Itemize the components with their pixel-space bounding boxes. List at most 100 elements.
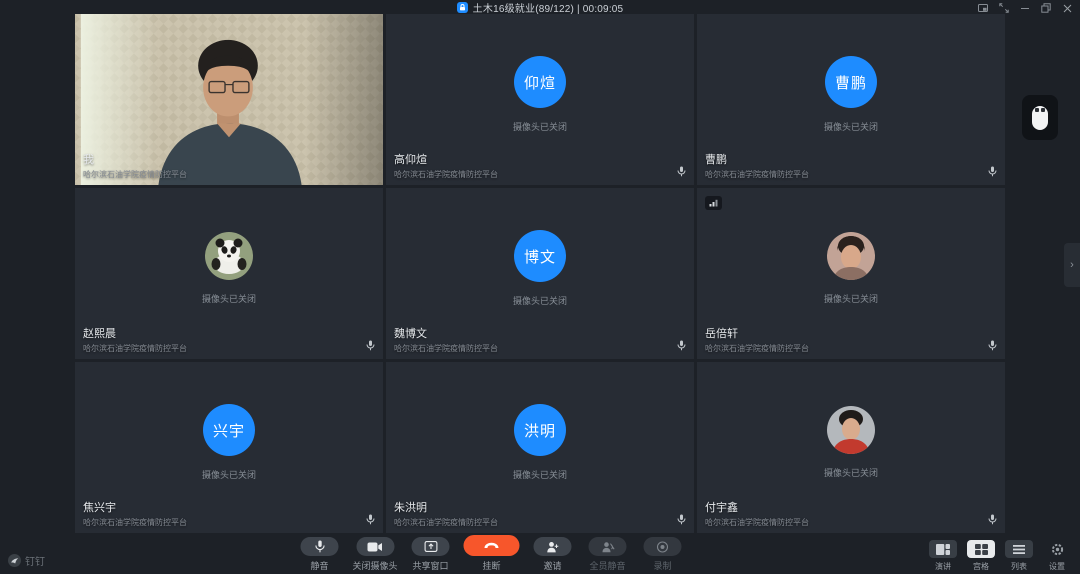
- invite-label: 邀请: [543, 559, 561, 572]
- portrait-red-photo: [827, 406, 875, 454]
- mouse-icon: [1031, 105, 1049, 131]
- avatar-initials: 博文: [514, 230, 566, 282]
- participant-label: 焦兴宇 哈尔滨石油学院疫情防控平台: [83, 499, 187, 528]
- pip-icon[interactable]: [978, 3, 988, 13]
- participant-tile[interactable]: 摄像头已关闭 赵熙晨 哈尔滨石油学院疫情防控平台: [75, 188, 383, 359]
- participant-tile[interactable]: 洪明 摄像头已关闭 朱洪明 哈尔滨石油学院疫情防控平台: [386, 362, 694, 533]
- mute-button[interactable]: 静音: [297, 537, 341, 572]
- speaker-view-button[interactable]: 演讲: [928, 540, 958, 572]
- mute-all-button[interactable]: 全员静音: [586, 537, 630, 572]
- participant-label: 赵熙晨 哈尔滨石油学院疫情防控平台: [83, 325, 187, 354]
- list-view-label: 列表: [1011, 561, 1027, 572]
- participant-tile[interactable]: 仰煊 摄像头已关闭 高仰煊 哈尔滨石油学院疫情防控平台: [386, 14, 694, 185]
- camera-off-label: 关闭摄像头: [352, 559, 397, 572]
- camera-off-status: 摄像头已关闭: [513, 294, 567, 307]
- remote-mouse-control[interactable]: [1022, 95, 1058, 140]
- participant-name: 焦兴宇: [83, 499, 187, 515]
- invite-button[interactable]: 邀请: [531, 537, 575, 572]
- camera-off-status: 摄像头已关闭: [202, 292, 256, 305]
- participant-label: 岳倍轩 哈尔滨石油学院疫情防控平台: [705, 325, 809, 354]
- speaker-view-icon: [936, 544, 950, 555]
- microphone-icon: [677, 514, 686, 525]
- camera-icon: [367, 542, 382, 552]
- record-button[interactable]: 录制: [641, 537, 685, 572]
- hangup-label: 挂断: [482, 559, 500, 572]
- mute-all-label: 全员静音: [589, 559, 625, 572]
- camera-off-status: 摄像头已关闭: [202, 468, 256, 481]
- invite-person-icon: [547, 541, 559, 553]
- participant-org: 哈尔滨石油学院疫情防控平台: [83, 169, 187, 180]
- dingtalk-wing-icon: [8, 554, 21, 567]
- chevron-right-icon: ›: [1070, 259, 1074, 271]
- participant-tile[interactable]: 摄像头已关闭 岳倍轩 哈尔滨石油学院疫情防控平台: [697, 188, 1005, 359]
- grid-view-button[interactable]: 宫格: [966, 540, 996, 572]
- expand-panel-chevron[interactable]: ›: [1064, 243, 1080, 287]
- camera-off-status: 摄像头已关闭: [824, 120, 878, 133]
- view-controls: 演讲 宫格 列表 设置: [928, 540, 1072, 572]
- camera-off-status: 摄像头已关闭: [824, 466, 878, 479]
- settings-button[interactable]: 设置: [1042, 540, 1072, 572]
- microphone-icon: [988, 514, 997, 525]
- participant-label: 付宇鑫 哈尔滨石油学院疫情防控平台: [705, 499, 809, 528]
- speaker-view-label: 演讲: [935, 561, 951, 572]
- share-window-icon: [424, 541, 437, 552]
- participant-label: 我 哈尔滨石油学院疫情防控平台: [83, 151, 187, 180]
- participant-grid: 我 哈尔滨石油学院疫情防控平台 仰煊 摄像头已关闭 高仰煊 哈尔滨石油学院疫情防…: [75, 14, 1005, 533]
- participant-label: 曹鹏 哈尔滨石油学院疫情防控平台: [705, 151, 809, 180]
- participant-name: 我: [83, 151, 187, 167]
- avatar-photo: [205, 232, 253, 280]
- meeting-toolbar: 静音 关闭摄像头 共享窗口 挂断 邀请 全员静音 录制: [297, 535, 684, 572]
- participant-org: 哈尔滨石油学院疫情防控平台: [705, 343, 809, 354]
- share-window-button[interactable]: 共享窗口: [409, 537, 453, 572]
- camera-off-button[interactable]: 关闭摄像头: [352, 537, 397, 572]
- avatar-initials: 曹鹏: [825, 56, 877, 108]
- hangup-button[interactable]: 挂断: [464, 535, 520, 572]
- camera-off-status: 摄像头已关闭: [824, 292, 878, 305]
- microphone-icon: [988, 340, 997, 351]
- avatar-initials: 仰煊: [514, 56, 566, 108]
- participant-org: 哈尔滨石油学院疫情防控平台: [394, 169, 498, 180]
- meeting-lock-icon: [457, 2, 468, 13]
- participant-label: 高仰煊 哈尔滨石油学院疫情防控平台: [394, 151, 498, 180]
- share-window-label: 共享窗口: [412, 559, 448, 572]
- gear-icon: [1051, 543, 1064, 556]
- dingtalk-logo: 钉钉: [8, 553, 45, 568]
- participant-name: 高仰煊: [394, 151, 498, 167]
- participant-name: 付宇鑫: [705, 499, 809, 515]
- panda-photo: [205, 232, 253, 280]
- avatar-photo: [827, 406, 875, 454]
- grid-view-label: 宫格: [973, 561, 989, 572]
- participant-tile[interactable]: 博文 摄像头已关闭 魏博文 哈尔滨石油学院疫情防控平台: [386, 188, 694, 359]
- participant-tile-self[interactable]: 我 哈尔滨石油学院疫情防控平台: [75, 14, 383, 185]
- list-view-icon: [1013, 545, 1025, 554]
- minimize-icon[interactable]: [1020, 3, 1030, 13]
- participant-tile[interactable]: 兴宇 摄像头已关闭 焦兴宇 哈尔滨石油学院疫情防控平台: [75, 362, 383, 533]
- participant-org: 哈尔滨石油学院疫情防控平台: [705, 517, 809, 528]
- avatar-initials: 兴宇: [203, 404, 255, 456]
- participant-tile[interactable]: 曹鹏 摄像头已关闭 曹鹏 哈尔滨石油学院疫情防控平台: [697, 14, 1005, 185]
- participant-label: 朱洪明 哈尔滨石油学院疫情防控平台: [394, 499, 498, 528]
- participant-org: 哈尔滨石油学院疫情防控平台: [394, 343, 498, 354]
- portrait-photo: [827, 232, 875, 280]
- participant-name: 岳倍轩: [705, 325, 809, 341]
- dingtalk-logo-label: 钉钉: [25, 553, 45, 568]
- microphone-icon: [366, 340, 375, 351]
- avatar-initials: 洪明: [514, 404, 566, 456]
- fullscreen-icon[interactable]: [999, 3, 1009, 13]
- grid-view-icon: [975, 544, 988, 555]
- participant-name: 曹鹏: [705, 151, 809, 167]
- restore-icon[interactable]: [1041, 3, 1051, 13]
- record-icon: [657, 541, 669, 553]
- microphone-icon: [677, 166, 686, 177]
- participant-org: 哈尔滨石油学院疫情防控平台: [83, 343, 187, 354]
- phone-hangup-icon: [484, 542, 500, 549]
- mute-all-icon: [601, 541, 614, 553]
- list-view-button[interactable]: 列表: [1004, 540, 1034, 572]
- record-label: 录制: [653, 559, 671, 572]
- participant-org: 哈尔滨石油学院疫情防控平台: [83, 517, 187, 528]
- participant-org: 哈尔滨石油学院疫情防控平台: [705, 169, 809, 180]
- titlebar[interactable]: 土木16级就业(89/122) | 00:09:05: [0, 0, 1080, 14]
- close-icon[interactable]: [1062, 3, 1072, 13]
- participant-name: 朱洪明: [394, 499, 498, 515]
- participant-tile[interactable]: 摄像头已关闭 付宇鑫 哈尔滨石油学院疫情防控平台: [697, 362, 1005, 533]
